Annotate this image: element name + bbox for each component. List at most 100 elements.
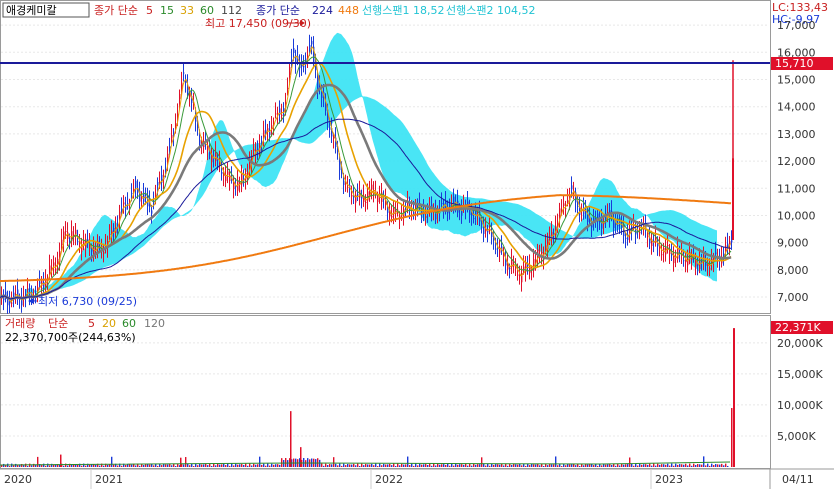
volume-bar <box>381 465 383 467</box>
volume-bar <box>665 464 667 467</box>
volume-bar <box>365 463 367 467</box>
volume-bar <box>497 464 499 467</box>
ma60-label: 60 <box>200 4 214 17</box>
volume-bar <box>43 463 45 467</box>
low-annotation: 최저 6,730 (09/25) <box>38 295 137 308</box>
volume-bar <box>153 465 155 467</box>
volume-bar <box>433 463 435 467</box>
volume-bar <box>695 464 697 467</box>
volume-bar <box>517 464 519 467</box>
x-label-2023: 2023 <box>655 473 683 486</box>
volume-bar <box>267 463 269 467</box>
volume-bar <box>713 465 715 467</box>
volume-bar <box>439 464 441 467</box>
ma15-label: 15 <box>160 4 174 17</box>
volume-bar <box>261 464 263 467</box>
volume-bar <box>597 465 599 467</box>
volume-bar <box>361 463 363 467</box>
volume-bar <box>531 463 533 467</box>
volume-bar <box>373 465 375 467</box>
vol-ma60-label: 60 <box>122 317 136 330</box>
volume-bar <box>417 465 419 467</box>
candle-body <box>565 208 567 210</box>
volume-bar <box>507 465 509 467</box>
volume-bar <box>329 464 331 467</box>
price-tick-label: 14,000 <box>777 101 816 114</box>
price-tick-label: 15,000 <box>777 74 816 87</box>
volume-bar <box>621 463 623 467</box>
volume-bar <box>539 465 541 467</box>
volume-bar <box>385 464 387 467</box>
volume-bar <box>355 465 357 467</box>
candle-body <box>491 232 493 237</box>
candle-body <box>269 131 271 136</box>
volume-bar <box>243 464 245 467</box>
volume-bar <box>249 463 251 467</box>
x-label-2021: 2021 <box>95 473 123 486</box>
volume-bar <box>589 464 591 467</box>
stock-name: 애경케미칼 <box>6 4 57 17</box>
candle-body <box>571 185 573 190</box>
candle-body <box>131 193 133 195</box>
volume-bar <box>641 464 643 467</box>
volume-bar <box>205 463 207 467</box>
volume-bar <box>717 464 719 467</box>
volume-bar <box>379 463 381 467</box>
volume-bar <box>515 464 517 467</box>
volume-bar <box>601 465 603 467</box>
candle-body <box>489 226 491 228</box>
volume-bar <box>111 456 113 467</box>
volume-bar <box>103 465 105 467</box>
candle-body <box>207 147 209 151</box>
volume-bar <box>183 464 185 467</box>
volume-bar <box>491 463 493 467</box>
volume-bar <box>605 464 607 467</box>
volume-bar <box>513 464 515 467</box>
volume-bar <box>565 465 567 467</box>
volume-bar <box>683 464 685 467</box>
volume-bar <box>99 465 101 467</box>
price-tick-label: 12,000 <box>777 155 816 168</box>
volume-bar <box>139 465 141 467</box>
candle-body <box>311 40 313 45</box>
volume-bar <box>185 457 187 467</box>
volume-bar <box>227 463 229 467</box>
candle-body <box>77 240 79 242</box>
volume-bar <box>535 464 537 467</box>
candle-body <box>261 141 263 143</box>
volume-bar <box>501 463 503 467</box>
volume-bar <box>231 463 233 467</box>
volume-bar <box>619 465 621 467</box>
volume-bar <box>445 464 447 467</box>
volume-bar <box>633 465 635 467</box>
candle-body <box>53 262 55 266</box>
candle-body <box>732 158 734 240</box>
volume-bar <box>607 464 609 467</box>
volume-bar <box>473 463 475 467</box>
candle-body <box>601 218 603 229</box>
candle-body <box>559 208 561 218</box>
volume-bar <box>321 463 323 467</box>
volume-bar <box>63 465 65 467</box>
volume-bar <box>339 463 341 467</box>
volume-bar <box>285 457 287 467</box>
volume-bar <box>485 465 487 467</box>
volume-bar <box>457 464 459 467</box>
volume-bar <box>189 465 191 467</box>
volume-bar <box>593 465 595 467</box>
volume-bar <box>411 463 413 467</box>
volume-bar <box>259 456 261 467</box>
volume-bar <box>719 464 721 467</box>
volume-bar <box>81 465 83 467</box>
last-price-value: 15,710 <box>775 57 814 70</box>
volume-bar <box>171 465 173 467</box>
ma5-label: 5 <box>146 4 153 17</box>
volume-bar <box>41 465 43 467</box>
volume-bar <box>345 465 347 467</box>
volume-bar <box>121 465 123 467</box>
volume-bar <box>229 465 231 467</box>
candle-body <box>321 92 323 98</box>
candle-body <box>333 136 335 139</box>
volume-bar <box>481 457 483 467</box>
volume-bar <box>637 465 639 467</box>
